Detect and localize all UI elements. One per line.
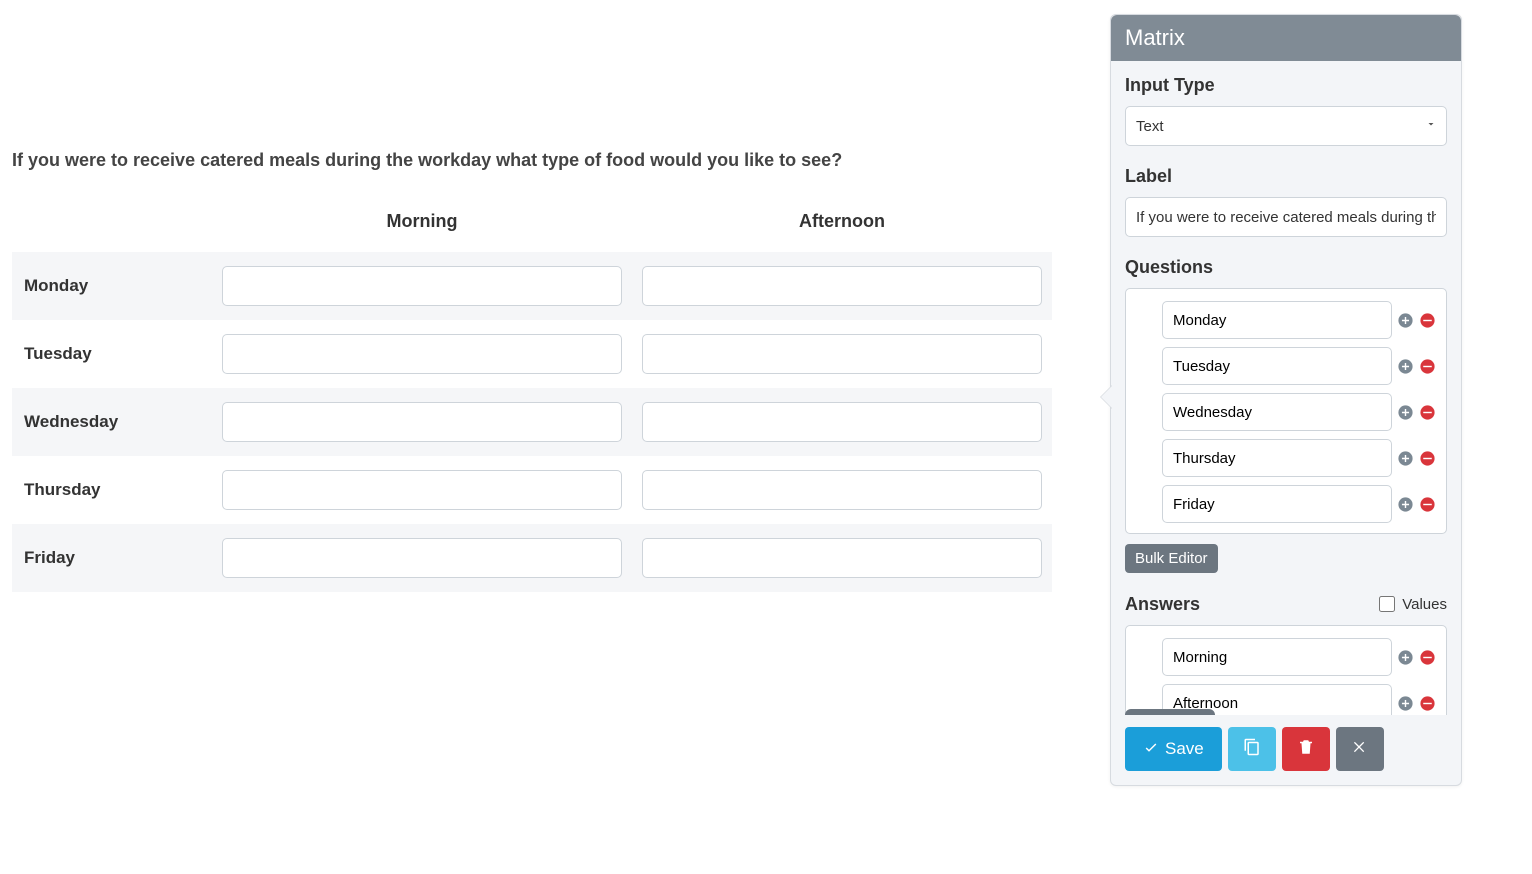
delete-button[interactable] [1282,727,1330,771]
list-item [1162,439,1436,477]
add-icon[interactable] [1396,694,1414,712]
remove-icon[interactable] [1418,311,1436,329]
row-header: Tuesday [12,320,212,388]
matrix-cell-input[interactable] [642,538,1042,578]
values-checkbox[interactable] [1379,596,1395,612]
trash-icon [1297,738,1315,761]
matrix-cell-input[interactable] [642,470,1042,510]
input-type-label: Input Type [1125,75,1447,96]
question-input[interactable] [1162,301,1392,339]
close-button[interactable] [1336,727,1384,771]
column-header: Morning [212,201,632,252]
matrix-preview: If you were to receive catered meals dur… [12,150,1052,592]
copy-button[interactable] [1228,727,1276,771]
add-icon[interactable] [1396,648,1414,666]
remove-icon[interactable] [1418,648,1436,666]
matrix-cell-input[interactable] [642,402,1042,442]
add-icon[interactable] [1396,449,1414,467]
matrix-cell-input[interactable] [222,266,622,306]
save-button[interactable]: Save [1125,727,1222,771]
add-icon[interactable] [1396,357,1414,375]
panel-footer: Save [1111,715,1461,785]
properties-panel: Matrix Input Type Label Questions Bulk E… [1110,14,1462,786]
remove-icon[interactable] [1418,495,1436,513]
matrix-cell-input[interactable] [642,266,1042,306]
table-row: Monday [12,252,1052,320]
matrix-cell-input[interactable] [222,470,622,510]
input-type-select[interactable] [1125,106,1447,146]
questions-label: Questions [1125,257,1447,278]
list-item [1162,638,1436,676]
remove-icon[interactable] [1418,449,1436,467]
values-toggle[interactable]: Values [1375,593,1447,615]
list-item [1162,485,1436,523]
label-field-label: Label [1125,166,1447,187]
matrix-cell-input[interactable] [222,334,622,374]
panel-title: Matrix [1111,15,1461,61]
list-item [1162,393,1436,431]
table-row: Tuesday [12,320,1052,388]
row-header: Monday [12,252,212,320]
check-icon [1143,739,1159,760]
add-icon[interactable] [1396,495,1414,513]
remove-icon[interactable] [1418,357,1436,375]
row-header: Thursday [12,456,212,524]
matrix-cell-input[interactable] [222,402,622,442]
add-icon[interactable] [1396,311,1414,329]
answers-list [1125,625,1447,715]
question-input[interactable] [1162,485,1392,523]
answers-label: Answers [1125,594,1200,615]
bulk-editor-button[interactable]: Bulk Editor [1125,544,1218,573]
question-input[interactable] [1162,393,1392,431]
label-input[interactable] [1125,197,1447,237]
values-toggle-label: Values [1402,596,1447,613]
answer-input[interactable] [1162,638,1392,676]
save-button-label: Save [1165,739,1204,759]
list-item [1162,301,1436,339]
table-row: Friday [12,524,1052,592]
remove-icon[interactable] [1418,694,1436,712]
question-input[interactable] [1162,347,1392,385]
remove-icon[interactable] [1418,403,1436,421]
table-row: Wednesday [12,388,1052,456]
row-header: Friday [12,524,212,592]
list-item [1162,347,1436,385]
close-icon [1352,739,1368,760]
questions-list [1125,288,1447,534]
matrix-cell-input[interactable] [642,334,1042,374]
copy-icon [1243,738,1261,761]
matrix-cell-input[interactable] [222,538,622,578]
column-header: Afternoon [632,201,1052,252]
matrix-table: Morning Afternoon MondayTuesdayWednesday… [12,201,1052,592]
question-label: If you were to receive catered meals dur… [12,150,1052,171]
question-input[interactable] [1162,439,1392,477]
add-icon[interactable] [1396,403,1414,421]
table-row: Thursday [12,456,1052,524]
scroll-cutoff-indicator [1125,709,1215,715]
row-header: Wednesday [12,388,212,456]
